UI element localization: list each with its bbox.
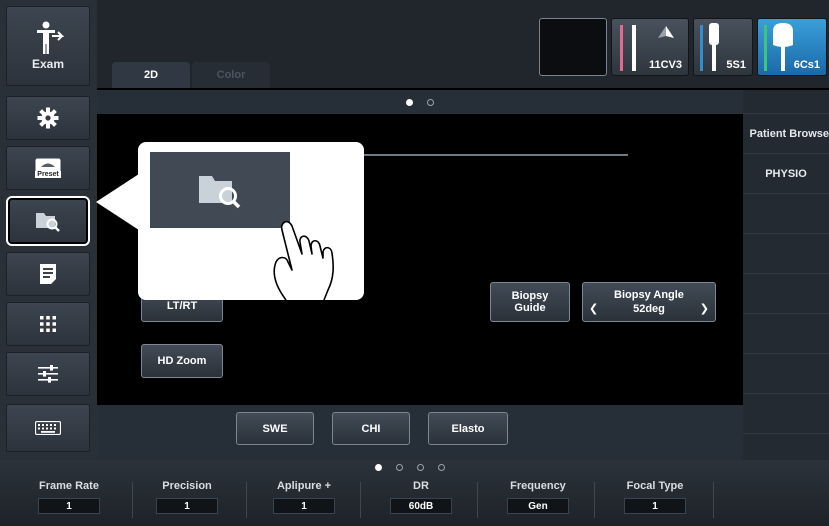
page-dot[interactable] xyxy=(417,464,424,471)
page-indicator xyxy=(97,90,743,114)
document-icon xyxy=(40,264,56,284)
hand-pointer-icon xyxy=(273,220,334,300)
param-dr[interactable]: DR 60dB xyxy=(371,480,471,514)
patient-browser-label: Patient Browse xyxy=(749,127,829,140)
physio-button[interactable]: PHYSIO xyxy=(743,154,829,194)
status-page-indicator xyxy=(375,464,445,471)
biopsy-guide-label-line2: Guide xyxy=(514,302,546,314)
hd-zoom-button[interactable]: HD Zoom xyxy=(141,344,223,378)
right-slot-empty[interactable] xyxy=(743,234,829,274)
preset-label: Preset xyxy=(35,171,61,178)
probe-6cs1[interactable]: 6Cs1 xyxy=(757,18,827,76)
sliders-button[interactable] xyxy=(6,352,90,396)
chevron-left-icon[interactable]: ❮ xyxy=(589,303,598,315)
right-column-header xyxy=(743,90,829,114)
param-label: Focal Type xyxy=(626,480,684,492)
grid-dots-icon xyxy=(40,316,56,332)
param-value: 60dB xyxy=(390,498,452,514)
biopsy-guide-button[interactable]: Biopsy Guide xyxy=(490,282,570,322)
report-button[interactable] xyxy=(6,252,90,296)
tab-2d[interactable]: 2D xyxy=(112,62,190,88)
apps-grid-button[interactable] xyxy=(6,302,90,346)
param-value: Gen xyxy=(507,498,569,514)
swe-button[interactable]: SWE xyxy=(236,412,314,445)
exam-label: Exam xyxy=(31,57,65,71)
right-slot-empty[interactable] xyxy=(743,434,829,460)
gear-icon xyxy=(37,107,59,129)
exam-button[interactable]: Exam xyxy=(6,6,90,86)
page-dot-active[interactable] xyxy=(406,98,413,106)
separator xyxy=(132,482,133,518)
settings-button[interactable] xyxy=(6,96,90,140)
chi-button[interactable]: CHI xyxy=(332,412,410,445)
exam-patient-icon xyxy=(37,21,64,54)
biopsy-angle-control[interactable]: Biopsy Angle ❮ 52deg ❯ xyxy=(582,282,716,322)
param-label: Frame Rate xyxy=(39,480,99,492)
right-slot-empty[interactable] xyxy=(743,394,829,434)
popup-pointer xyxy=(96,172,142,232)
probe-linear-icon xyxy=(632,25,636,71)
probe-slot-empty[interactable] xyxy=(539,18,607,76)
param-value: 1 xyxy=(624,498,686,514)
biplane-icon xyxy=(658,26,674,38)
top-bar: 2D Color 11CV3 5S1 6Cs1 xyxy=(97,0,829,88)
biopsy-angle-value: 52deg xyxy=(633,303,665,315)
param-focal-type[interactable]: Focal Type 1 xyxy=(605,480,705,514)
probe-name: 6Cs1 xyxy=(793,59,820,71)
page-dot[interactable] xyxy=(427,98,434,106)
folder-search-icon xyxy=(36,213,60,232)
separator xyxy=(594,482,595,518)
param-aplipure[interactable]: Aplipure + 1 xyxy=(254,480,354,514)
patient-browser-sidebar-button[interactable] xyxy=(6,196,90,246)
separator xyxy=(713,482,714,518)
probe-11cv3[interactable]: 11CV3 xyxy=(611,18,689,76)
separator xyxy=(477,482,478,518)
probe-name: 11CV3 xyxy=(648,59,682,71)
right-slot-empty[interactable] xyxy=(743,354,829,394)
sliders-icon xyxy=(38,365,58,383)
probe-color-bar xyxy=(764,25,767,71)
probe-name: 5S1 xyxy=(726,59,746,71)
preset-button[interactable]: Preset xyxy=(6,146,90,190)
right-slot-empty[interactable] xyxy=(743,194,829,234)
elasto-button[interactable]: Elasto xyxy=(428,412,508,445)
param-frequency[interactable]: Frequency Gen xyxy=(488,480,588,514)
page-dot[interactable] xyxy=(396,464,403,471)
probe-color-bar xyxy=(700,25,703,71)
param-frame-rate[interactable]: Frame Rate 1 xyxy=(19,480,119,514)
patient-browser-callout xyxy=(138,142,364,300)
right-column: Patient Browse PHYSIO xyxy=(743,90,829,460)
keyboard-button[interactable] xyxy=(6,404,90,452)
tab-color[interactable]: Color xyxy=(192,62,270,88)
param-label: Precision xyxy=(162,480,212,492)
probe-color-bar xyxy=(620,25,623,71)
separator xyxy=(246,482,247,518)
chevron-right-icon[interactable]: ❯ xyxy=(700,303,709,315)
param-label: DR xyxy=(413,480,429,492)
right-slot-empty[interactable] xyxy=(743,274,829,314)
lower-button-bar: SWE CHI Elasto xyxy=(97,405,743,460)
page-dot-active[interactable] xyxy=(375,464,382,471)
folder-search-icon xyxy=(199,176,241,209)
page-dot[interactable] xyxy=(438,464,445,471)
probe-sector-icon xyxy=(709,23,719,71)
param-value: 1 xyxy=(38,498,100,514)
right-slot-empty[interactable] xyxy=(743,314,829,354)
left-sidebar: Exam Preset xyxy=(0,0,97,460)
param-value: 1 xyxy=(273,498,335,514)
bottom-status-bar: Frame Rate 1 Precision 1 Aplipure + 1 DR… xyxy=(0,460,829,526)
biopsy-angle-row: ❮ 52deg ❯ xyxy=(589,303,709,315)
patient-browser-button[interactable]: Patient Browse xyxy=(743,114,829,154)
param-label: Aplipure + xyxy=(276,480,332,492)
biopsy-guide-label-line1: Biopsy xyxy=(511,290,549,302)
param-precision[interactable]: Precision 1 xyxy=(137,480,237,514)
keyboard-icon xyxy=(35,421,61,435)
param-value: 1 xyxy=(156,498,218,514)
param-label: Frequency xyxy=(510,480,566,492)
probe-5s1[interactable]: 5S1 xyxy=(693,18,753,76)
biopsy-angle-label: Biopsy Angle xyxy=(614,289,684,301)
probe-convex-icon xyxy=(773,23,793,71)
separator xyxy=(360,482,361,518)
